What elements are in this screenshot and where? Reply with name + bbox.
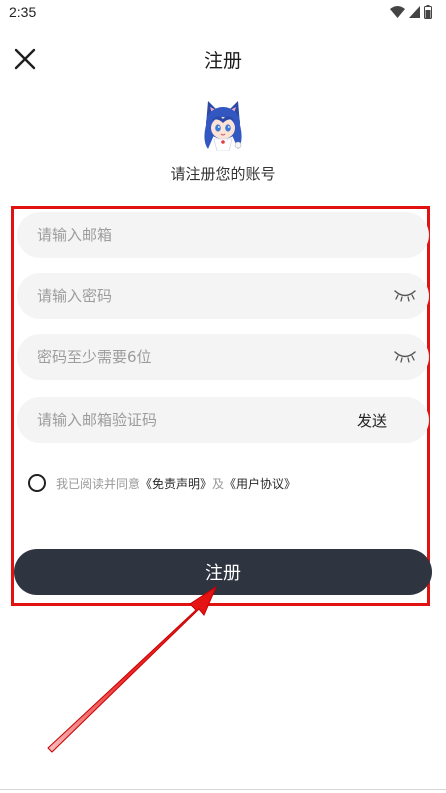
email-code-field[interactable]: 发送 (17, 397, 429, 443)
email-field[interactable] (17, 212, 429, 258)
confirm-password-field[interactable] (17, 334, 429, 380)
agree-radio[interactable] (28, 474, 46, 492)
agreement-joiner: 及 (212, 476, 225, 491)
disclaimer-link[interactable]: 《免责声明》 (140, 475, 212, 492)
user-agreement-link[interactable]: 《用户协议》 (224, 475, 296, 492)
signal-icon (409, 6, 420, 18)
send-code-button[interactable]: 发送 (357, 410, 387, 431)
status-time: 2:35 (9, 4, 37, 20)
status-icons (390, 5, 432, 19)
agreement-row: 我已阅读并同意 《免责声明》 及 《用户协议》 (28, 474, 296, 492)
status-bar: 2:35 (0, 0, 446, 26)
page-title: 注册 (203, 50, 242, 72)
wifi-icon (390, 6, 405, 18)
confirm-password-input[interactable] (17, 334, 429, 380)
register-button[interactable]: 注册 (14, 549, 432, 595)
password-field[interactable] (17, 273, 429, 319)
battery-icon (424, 5, 432, 19)
eye-closed-icon[interactable] (393, 349, 417, 365)
email-input[interactable] (17, 212, 429, 258)
agreement-prefix: 我已阅读并同意 (56, 476, 141, 491)
cat-girl-avatar (204, 101, 242, 151)
eye-closed-icon[interactable] (393, 288, 417, 304)
bottom-divider (0, 789, 446, 790)
subtitle: 请注册您的账号 (170, 165, 276, 183)
password-input[interactable] (17, 273, 429, 319)
